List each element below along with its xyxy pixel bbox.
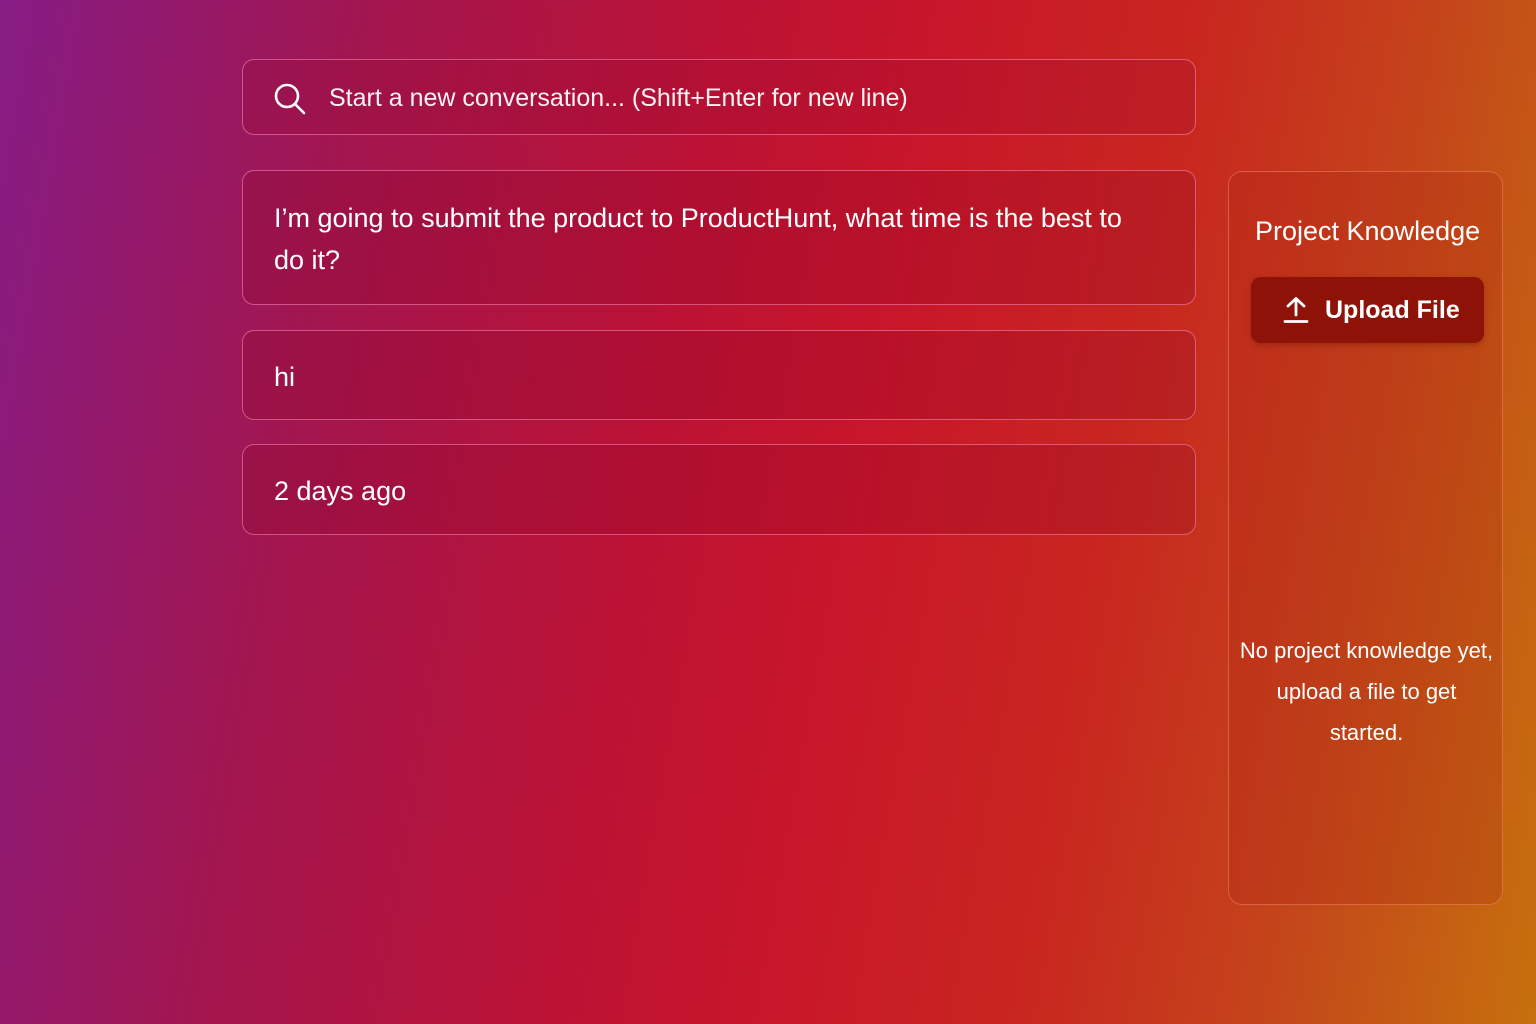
- conversation-item[interactable]: I’m going to submit the product to Produ…: [242, 170, 1196, 305]
- panel-title: Project Knowledge: [1255, 216, 1481, 246]
- upload-file-button[interactable]: Upload File: [1251, 277, 1484, 343]
- search-icon: [273, 82, 307, 116]
- project-knowledge-panel: Project Knowledge Upload File No project…: [1228, 171, 1503, 905]
- conversation-item-text: I’m going to submit the product to Produ…: [274, 203, 1122, 275]
- search-input[interactable]: [329, 78, 1169, 118]
- upload-button-label: Upload File: [1325, 295, 1460, 324]
- empty-state-message: No project knowledge yet, upload a file …: [1239, 638, 1494, 745]
- conversation-item[interactable]: 2 days ago: [242, 444, 1196, 535]
- search-bar[interactable]: [242, 59, 1196, 135]
- conversation-item[interactable]: hi: [242, 330, 1196, 420]
- conversation-item-text: hi: [274, 362, 296, 392]
- upload-icon: [1283, 296, 1309, 324]
- conversation-item-text: 2 days ago: [274, 476, 407, 506]
